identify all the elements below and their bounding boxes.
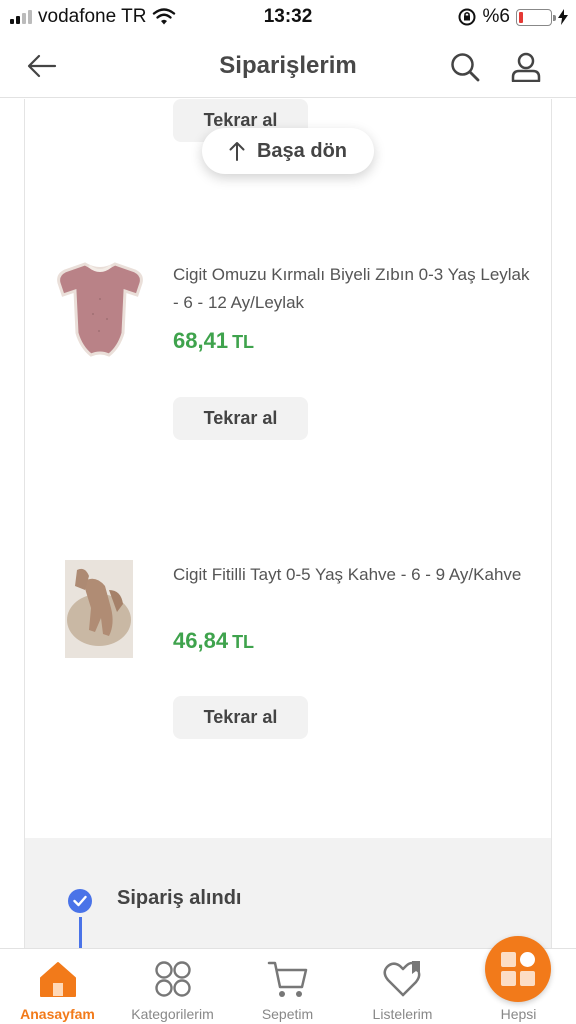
page-title: Siparişlerim xyxy=(219,52,357,79)
price-currency: TL xyxy=(232,332,255,352)
search-icon xyxy=(451,53,480,82)
product-name[interactable]: Cigit Omuzu Kırmalı Biyeli Zıbın 0-3 Yaş… xyxy=(173,261,533,317)
home-icon xyxy=(36,957,80,1001)
user-icon xyxy=(511,52,541,82)
back-to-top-button[interactable]: Başa dön xyxy=(202,128,374,174)
battery-fill xyxy=(519,11,523,23)
reorder-button[interactable]: Tekrar al xyxy=(173,696,308,739)
leggings-image xyxy=(65,560,133,658)
product-image-leggings[interactable] xyxy=(65,560,133,663)
all-grid-icon xyxy=(501,952,535,986)
orders-scroll-area[interactable]: Tekrar al Cigit Omuzu Kırmalı Biyeli Zıb… xyxy=(0,99,576,948)
charging-bolt-icon xyxy=(558,9,568,25)
status-timeline-line xyxy=(79,917,82,948)
product-name[interactable]: Cigit Fitilli Tayt 0-5 Yaş Kahve - 6 - 9… xyxy=(173,561,533,589)
system-indicators: %6 xyxy=(457,6,568,28)
order-status-section: Sipariş alındı xyxy=(24,838,552,948)
bodysuit-image xyxy=(57,262,143,357)
price-value: 68,41 xyxy=(173,328,229,353)
tab-label: Hepsi xyxy=(500,1006,537,1022)
tab-lists[interactable]: Listelerim xyxy=(345,957,460,1023)
check-icon xyxy=(68,889,92,913)
tab-cart[interactable]: Sepetim xyxy=(230,957,345,1023)
tab-categories[interactable]: Kategorilerim xyxy=(115,957,230,1023)
product-image-bodysuit[interactable] xyxy=(55,259,145,364)
status-label: Sipariş alındı xyxy=(117,887,242,909)
battery-icon xyxy=(516,8,556,26)
tab-label: Kategorilerim xyxy=(131,1006,214,1022)
app-header: Siparişlerim xyxy=(0,34,576,98)
order-card: Tekrar al Cigit Omuzu Kırmalı Biyeli Zıb… xyxy=(24,99,552,839)
tab-label: Listelerim xyxy=(372,1006,433,1022)
product-price: 68,41 TL xyxy=(173,328,254,354)
tab-label: Sepetim xyxy=(261,1006,314,1022)
tab-home[interactable]: Anasayfam xyxy=(0,957,115,1023)
status-bar: vodafone TR 13:32 %6 xyxy=(0,0,576,34)
tab-label: Anasayfam xyxy=(20,1006,95,1022)
categories-icon xyxy=(151,957,195,1001)
reorder-button[interactable]: Tekrar al xyxy=(173,397,308,440)
battery-percent: %6 xyxy=(482,6,510,27)
back-to-top-label: Başa dön xyxy=(256,139,348,162)
price-value: 46,84 xyxy=(173,628,229,653)
account-button[interactable] xyxy=(507,48,545,86)
search-button[interactable] xyxy=(446,48,484,86)
product-price: 46,84 TL xyxy=(173,628,254,654)
price-currency: TL xyxy=(232,632,255,652)
rotation-lock-icon xyxy=(458,8,476,26)
arrow-up-icon xyxy=(229,142,245,161)
cart-icon xyxy=(266,957,310,1001)
heart-list-icon xyxy=(381,957,425,1001)
all-button[interactable] xyxy=(485,936,551,1002)
